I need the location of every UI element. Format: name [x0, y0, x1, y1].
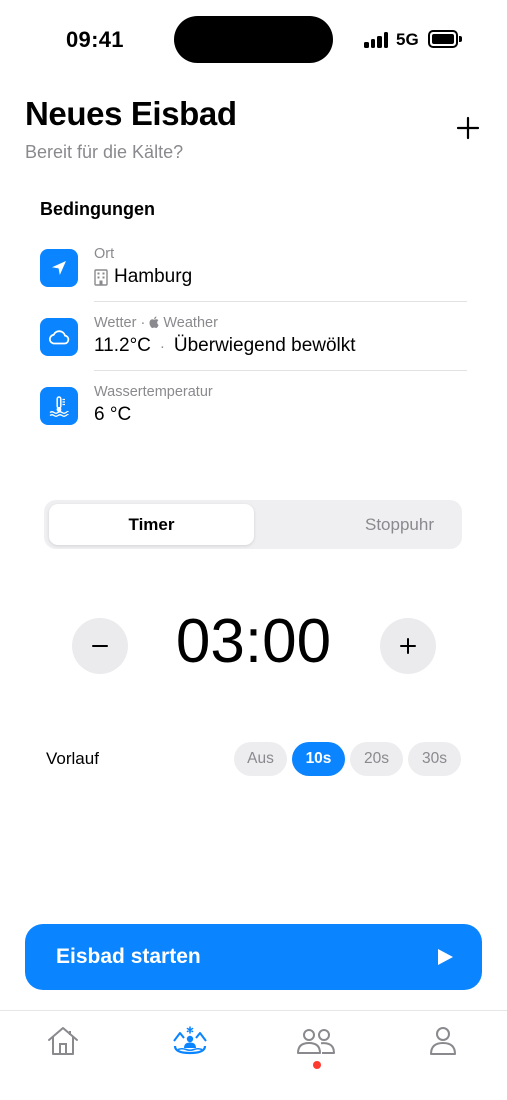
weather-description: Überwiegend bewölkt — [173, 335, 356, 356]
weather-source: Weather — [163, 315, 218, 331]
status-time: 09:41 — [66, 27, 124, 52]
location-row[interactable]: Ort Hamburg — [40, 240, 467, 300]
tab-home[interactable] — [43, 1023, 83, 1059]
water-temperature-row[interactable]: Wassertemperatur 6 °C — [40, 378, 467, 438]
weather-value-wrap: 11.2°C · Überwiegend bewölkt — [94, 335, 356, 357]
water-temperature-label: Wassertemperatur — [94, 384, 213, 400]
weather-separator: · — [159, 337, 165, 355]
weather-temperature: 11.2°C — [94, 335, 151, 356]
location-value: Hamburg — [114, 266, 193, 287]
start-button-label: Eisbad starten — [56, 945, 201, 968]
weather-label: Wetter · — [94, 315, 150, 331]
divider — [94, 301, 467, 302]
weather-row[interactable]: Wetter · Weather 11.2°C · Überwiegend be… — [40, 309, 467, 369]
location-arrow-icon — [40, 249, 78, 287]
tab-ice-bath[interactable] — [170, 1023, 210, 1059]
tab-timer[interactable]: Timer — [49, 504, 254, 545]
home-icon — [48, 1027, 78, 1055]
mode-segmented-control: Timer Stoppuhr — [44, 500, 462, 549]
network-type: 5G — [396, 30, 419, 49]
plus-icon — [400, 638, 416, 654]
battery-icon — [428, 30, 462, 48]
timer-value: 03:00 — [175, 607, 332, 676]
status-bar: 09:41 5G — [0, 0, 507, 80]
countdown-option-10s[interactable]: 10s — [292, 742, 345, 776]
community-icon — [297, 1029, 335, 1054]
countdown-option-30s[interactable]: 30s — [408, 742, 461, 776]
ice-bath-icon — [173, 1026, 207, 1055]
apple-logo-icon — [149, 316, 159, 328]
decrement-button[interactable] — [72, 618, 128, 674]
plus-icon — [456, 116, 480, 140]
weather-label-wrap: Wetter · Weather — [94, 315, 218, 331]
countdown-label: Vorlauf — [46, 749, 99, 768]
water-temperature-value: 6 °C — [94, 404, 132, 425]
signal-icon — [364, 31, 390, 48]
conditions-title: Bedingungen — [40, 199, 155, 219]
countdown-option-off[interactable]: Aus — [234, 742, 287, 776]
play-icon — [438, 949, 453, 965]
water-thermometer-icon — [40, 387, 78, 425]
cloud-icon — [40, 318, 78, 356]
tab-bar — [0, 1010, 507, 1100]
minus-icon — [92, 645, 108, 647]
divider — [94, 370, 467, 371]
notification-badge — [313, 1061, 321, 1069]
add-button[interactable] — [454, 114, 482, 142]
start-ice-bath-button[interactable]: Eisbad starten — [25, 924, 482, 990]
page-subtitle: Bereit für die Kälte? — [25, 142, 184, 162]
countdown-option-20s[interactable]: 20s — [350, 742, 403, 776]
increment-button[interactable] — [380, 618, 436, 674]
location-label: Ort — [94, 246, 115, 262]
location-value-wrap: Hamburg — [94, 266, 192, 288]
profile-icon — [430, 1027, 456, 1055]
tab-stopwatch[interactable]: Stoppuhr — [297, 504, 502, 545]
page-title: Neues Eisbad — [25, 95, 237, 132]
tab-profile[interactable] — [423, 1023, 463, 1059]
tab-community[interactable] — [296, 1023, 336, 1059]
building-icon — [94, 268, 108, 286]
dynamic-island — [174, 16, 333, 63]
